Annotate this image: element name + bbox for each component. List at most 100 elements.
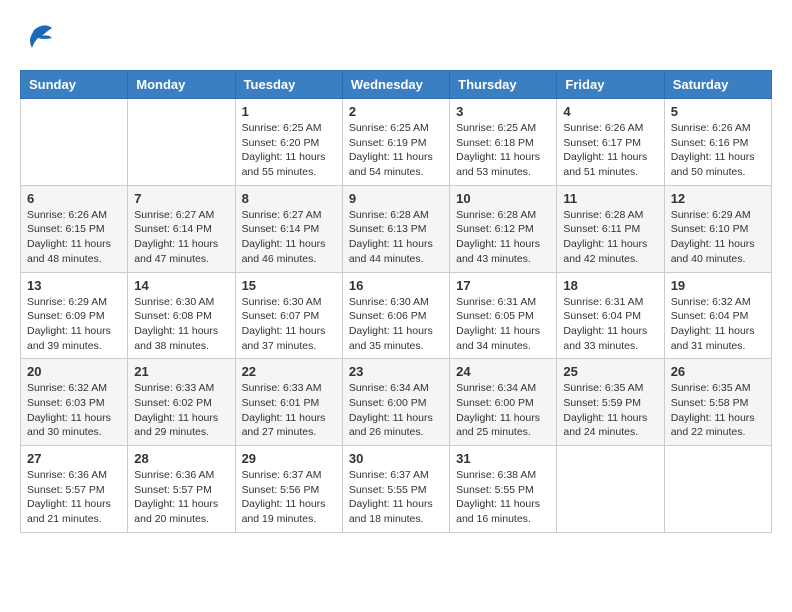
day-number: 4: [563, 104, 657, 119]
day-number: 29: [242, 451, 336, 466]
day-number: 2: [349, 104, 443, 119]
calendar-cell: 31 Sunrise: 6:38 AM Sunset: 5:55 PM Dayli…: [450, 446, 557, 533]
logo: [20, 20, 54, 60]
page-header: [20, 20, 772, 60]
calendar-cell: 11 Sunrise: 6:28 AM Sunset: 6:11 PM Dayli…: [557, 185, 664, 272]
day-number: 27: [27, 451, 121, 466]
calendar-cell: 8 Sunrise: 6:27 AM Sunset: 6:14 PM Daylig…: [235, 185, 342, 272]
cell-content: Sunrise: 6:35 AM Sunset: 5:58 PM Dayligh…: [671, 381, 765, 440]
day-number: 31: [456, 451, 550, 466]
cell-content: Sunrise: 6:30 AM Sunset: 6:07 PM Dayligh…: [242, 295, 336, 354]
day-of-week-header: Tuesday: [235, 71, 342, 99]
day-of-week-header: Thursday: [450, 71, 557, 99]
day-number: 1: [242, 104, 336, 119]
calendar-cell: 19Sunrise: 6:32 AM Sunset: 6:04 PM Dayli…: [664, 272, 771, 359]
calendar-cell: 23 Sunrise: 6:34 AM Sunset: 6:00 PM Dayli…: [342, 359, 449, 446]
calendar-cell: 10 Sunrise: 6:28 AM Sunset: 6:12 PM Dayli…: [450, 185, 557, 272]
calendar-header-row: SundayMondayTuesdayWednesdayThursdayFrid…: [21, 71, 772, 99]
cell-content: Sunrise: 6:25 AM Sunset: 6:19 PM Dayligh…: [349, 121, 443, 180]
day-number: 25: [563, 364, 657, 379]
cell-content: Sunrise: 6:29 AM Sunset: 6:10 PM Dayligh…: [671, 208, 765, 267]
calendar-cell: 12 Sunrise: 6:29 AM Sunset: 6:10 PM Dayli…: [664, 185, 771, 272]
cell-content: Sunrise: 6:26 AM Sunset: 6:16 PM Dayligh…: [671, 121, 765, 180]
calendar-cell: 21Sunrise: 6:33 AM Sunset: 6:02 PM Dayli…: [128, 359, 235, 446]
cell-content: Sunrise: 6:31 AM Sunset: 6:05 PM Dayligh…: [456, 295, 550, 354]
cell-content: Sunrise: 6:38 AM Sunset: 5:55 PM Dayligh…: [456, 468, 550, 527]
day-number: 3: [456, 104, 550, 119]
calendar-cell: 5 Sunrise: 6:26 AM Sunset: 6:16 PM Daylig…: [664, 99, 771, 186]
calendar-cell: 30 Sunrise: 6:37 AM Sunset: 5:55 PM Dayli…: [342, 446, 449, 533]
cell-content: Sunrise: 6:35 AM Sunset: 5:59 PM Dayligh…: [563, 381, 657, 440]
calendar-cell: [664, 446, 771, 533]
day-number: 30: [349, 451, 443, 466]
cell-content: Sunrise: 6:28 AM Sunset: 6:12 PM Dayligh…: [456, 208, 550, 267]
day-of-week-header: Monday: [128, 71, 235, 99]
day-number: 7: [134, 191, 228, 206]
day-number: 10: [456, 191, 550, 206]
day-of-week-header: Sunday: [21, 71, 128, 99]
day-number: 5: [671, 104, 765, 119]
calendar-cell: [128, 99, 235, 186]
cell-content: Sunrise: 6:33 AM Sunset: 6:02 PM Dayligh…: [134, 381, 228, 440]
calendar-cell: 24 Sunrise: 6:34 AM Sunset: 6:00 PM Dayli…: [450, 359, 557, 446]
cell-content: Sunrise: 6:31 AM Sunset: 6:04 PM Dayligh…: [563, 295, 657, 354]
calendar-week-row: 27 Sunrise: 6:36 AM Sunset: 5:57 PM Dayli…: [21, 446, 772, 533]
calendar-cell: [557, 446, 664, 533]
cell-content: Sunrise: 6:32 AM Sunset: 6:03 PM Dayligh…: [27, 381, 121, 440]
calendar-cell: 22 Sunrise: 6:33 AM Sunset: 6:01 PM Dayli…: [235, 359, 342, 446]
cell-content: Sunrise: 6:34 AM Sunset: 6:00 PM Dayligh…: [349, 381, 443, 440]
cell-content: Sunrise: 6:26 AM Sunset: 6:17 PM Dayligh…: [563, 121, 657, 180]
cell-content: Sunrise: 6:29 AM Sunset: 6:09 PM Dayligh…: [27, 295, 121, 354]
calendar-cell: 3 Sunrise: 6:25 AM Sunset: 6:18 PM Daylig…: [450, 99, 557, 186]
day-number: 11: [563, 191, 657, 206]
cell-content: Sunrise: 6:25 AM Sunset: 6:20 PM Dayligh…: [242, 121, 336, 180]
day-number: 13: [27, 278, 121, 293]
calendar-cell: 16 Sunrise: 6:30 AM Sunset: 6:06 PM Dayli…: [342, 272, 449, 359]
cell-content: Sunrise: 6:30 AM Sunset: 6:08 PM Dayligh…: [134, 295, 228, 354]
calendar-cell: 7 Sunrise: 6:27 AM Sunset: 6:14 PM Daylig…: [128, 185, 235, 272]
cell-content: Sunrise: 6:37 AM Sunset: 5:56 PM Dayligh…: [242, 468, 336, 527]
cell-content: Sunrise: 6:28 AM Sunset: 6:13 PM Dayligh…: [349, 208, 443, 267]
calendar-cell: 20 Sunrise: 6:32 AM Sunset: 6:03 PM Dayli…: [21, 359, 128, 446]
calendar-cell: 6 Sunrise: 6:26 AM Sunset: 6:15 PM Daylig…: [21, 185, 128, 272]
calendar-cell: 26 Sunrise: 6:35 AM Sunset: 5:58 PM Dayli…: [664, 359, 771, 446]
day-of-week-header: Friday: [557, 71, 664, 99]
cell-content: Sunrise: 6:27 AM Sunset: 6:14 PM Dayligh…: [242, 208, 336, 267]
day-number: 9: [349, 191, 443, 206]
day-number: 24: [456, 364, 550, 379]
cell-content: Sunrise: 6:28 AM Sunset: 6:11 PM Dayligh…: [563, 208, 657, 267]
cell-content: Sunrise: 6:37 AM Sunset: 5:55 PM Dayligh…: [349, 468, 443, 527]
day-number: 6: [27, 191, 121, 206]
cell-content: Sunrise: 6:26 AM Sunset: 6:15 PM Dayligh…: [27, 208, 121, 267]
cell-content: Sunrise: 6:33 AM Sunset: 6:01 PM Dayligh…: [242, 381, 336, 440]
calendar-week-row: 6 Sunrise: 6:26 AM Sunset: 6:15 PM Daylig…: [21, 185, 772, 272]
day-number: 23: [349, 364, 443, 379]
day-number: 8: [242, 191, 336, 206]
day-number: 16: [349, 278, 443, 293]
cell-content: Sunrise: 6:36 AM Sunset: 5:57 PM Dayligh…: [27, 468, 121, 527]
calendar-cell: 13 Sunrise: 6:29 AM Sunset: 6:09 PM Dayli…: [21, 272, 128, 359]
calendar-week-row: 13 Sunrise: 6:29 AM Sunset: 6:09 PM Dayli…: [21, 272, 772, 359]
calendar-cell: 17 Sunrise: 6:31 AM Sunset: 6:05 PM Dayli…: [450, 272, 557, 359]
calendar-cell: 4 Sunrise: 6:26 AM Sunset: 6:17 PM Daylig…: [557, 99, 664, 186]
day-number: 17: [456, 278, 550, 293]
calendar-cell: 15Sunrise: 6:30 AM Sunset: 6:07 PM Dayli…: [235, 272, 342, 359]
calendar-cell: 1 Sunrise: 6:25 AM Sunset: 6:20 PM Daylig…: [235, 99, 342, 186]
day-number: 26: [671, 364, 765, 379]
calendar-cell: 27 Sunrise: 6:36 AM Sunset: 5:57 PM Dayli…: [21, 446, 128, 533]
day-number: 22: [242, 364, 336, 379]
cell-content: Sunrise: 6:27 AM Sunset: 6:14 PM Dayligh…: [134, 208, 228, 267]
cell-content: Sunrise: 6:34 AM Sunset: 6:00 PM Dayligh…: [456, 381, 550, 440]
cell-content: Sunrise: 6:30 AM Sunset: 6:06 PM Dayligh…: [349, 295, 443, 354]
day-number: 28: [134, 451, 228, 466]
calendar-week-row: 1 Sunrise: 6:25 AM Sunset: 6:20 PM Daylig…: [21, 99, 772, 186]
cell-content: Sunrise: 6:25 AM Sunset: 6:18 PM Dayligh…: [456, 121, 550, 180]
calendar-cell: 29 Sunrise: 6:37 AM Sunset: 5:56 PM Dayli…: [235, 446, 342, 533]
day-number: 20: [27, 364, 121, 379]
logo-bird-icon: [24, 20, 54, 60]
calendar-week-row: 20 Sunrise: 6:32 AM Sunset: 6:03 PM Dayli…: [21, 359, 772, 446]
calendar-table: SundayMondayTuesdayWednesdayThursdayFrid…: [20, 70, 772, 533]
calendar-cell: 2 Sunrise: 6:25 AM Sunset: 6:19 PM Daylig…: [342, 99, 449, 186]
cell-content: Sunrise: 6:32 AM Sunset: 6:04 PM Dayligh…: [671, 295, 765, 354]
day-number: 12: [671, 191, 765, 206]
